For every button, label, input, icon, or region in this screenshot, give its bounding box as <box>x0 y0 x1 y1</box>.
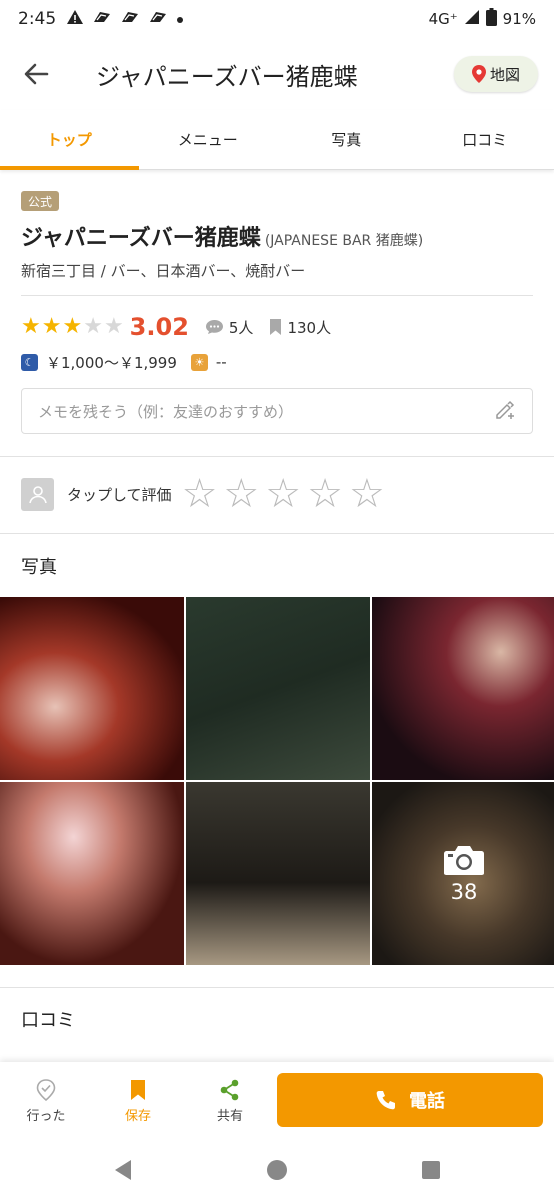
map-button[interactable]: 地図 <box>454 56 538 92</box>
photo-count: 38 <box>450 879 478 904</box>
tab-reviews[interactable]: 口コミ <box>416 110 554 169</box>
review-count-label: 5人 <box>228 318 254 337</box>
camera-icon <box>444 845 484 875</box>
photo-grid: 38 <box>0 597 554 966</box>
section-divider <box>0 987 554 988</box>
photo-more-overlay: 38 <box>372 782 554 965</box>
rate-row: タップして評価 ☆ ☆ ☆ ☆ ☆ <box>21 470 391 518</box>
moon-icon: ☾ <box>21 353 38 371</box>
section-divider <box>0 533 554 534</box>
rating-row[interactable]: ★ ★ ★ ★ ★ 3.02 5人 130人 <box>21 312 331 342</box>
system-nav-bar <box>0 1140 554 1200</box>
nav-home-button[interactable] <box>200 1159 354 1181</box>
photo-thumbnail[interactable] <box>186 782 370 965</box>
section-divider <box>0 456 554 457</box>
share-label: 共有 <box>216 1108 243 1124</box>
star-filled-icon: ★ <box>21 314 41 339</box>
photo-thumbnail[interactable] <box>186 597 370 780</box>
star-filled-icon: ★ <box>41 314 62 339</box>
back-button[interactable] <box>0 38 72 110</box>
photo-thumbnail[interactable] <box>372 597 554 780</box>
warning-icon <box>66 9 84 30</box>
tab-top[interactable]: トップ <box>0 110 139 170</box>
shop-name-text: ジャパニーズバー猪鹿蝶 <box>21 226 261 251</box>
rate-star-icon[interactable]: ☆ <box>182 474 218 514</box>
arrow-left-icon <box>24 63 49 85</box>
star-filled-icon: ★ <box>62 314 83 339</box>
shop-name: ジャパニーズバー猪鹿蝶 (JAPANESE BAR 猪鹿蝶) <box>21 220 423 252</box>
star-empty-icon: ★ <box>103 314 124 339</box>
map-label: 地図 <box>489 65 520 84</box>
rate-star-icon[interactable]: ☆ <box>265 474 301 514</box>
phone-icon <box>376 1091 395 1110</box>
rate-star-icon[interactable]: ☆ <box>349 474 385 514</box>
edit-pen-icon[interactable] <box>494 398 516 424</box>
page-title: ジャパニーズバー猪鹿蝶 <box>96 62 358 91</box>
user-avatar-icon <box>21 477 54 511</box>
battery-icon <box>485 8 497 30</box>
lunch-price: -- <box>215 353 227 371</box>
visited-label: 行った <box>26 1108 66 1124</box>
map-pin-icon <box>471 65 486 83</box>
shop-genre: 新宿三丁目 / バー、日本酒バー、焼酎バー <box>21 262 306 280</box>
nav-recents-button[interactable] <box>354 1160 508 1180</box>
price-row: ☾ ￥1,000～￥1,999 ☀ -- <box>21 350 227 374</box>
rate-star-icon[interactable]: ☆ <box>223 474 259 514</box>
call-label: 電話 <box>409 1091 445 1112</box>
bookmark-icon <box>270 319 282 335</box>
share-icon <box>220 1079 239 1100</box>
rating-score: 3.02 <box>129 313 189 341</box>
save-count-label: 130人 <box>287 318 332 337</box>
memo-field[interactable]: メモを残そう（例：友達のおすすめ） <box>21 388 533 434</box>
share-button[interactable]: 共有 <box>184 1079 276 1124</box>
square-recents-icon <box>422 1161 440 1179</box>
battery-label: 91% <box>502 10 536 28</box>
tab-photos[interactable]: 写真 <box>277 110 416 169</box>
nav-back-button[interactable] <box>46 1159 200 1181</box>
photo-thumbnail[interactable] <box>0 597 184 780</box>
rating-stars: ★ ★ ★ ★ ★ <box>21 316 124 338</box>
save-button[interactable]: 保存 <box>92 1079 184 1124</box>
tab-bar: トップ メニュー 写真 口コミ <box>0 110 554 170</box>
dinner-price: ￥1,000～￥1,999 <box>46 353 177 372</box>
circle-home-icon <box>267 1160 287 1180</box>
call-button[interactable]: 電話 <box>277 1073 543 1127</box>
photos-title: 写真 <box>21 557 57 578</box>
status-bar: 2:45 4G⁺ 91% <box>0 0 554 38</box>
status-right: 4G⁺ 91% <box>429 8 536 30</box>
photo-thumbnail[interactable] <box>0 782 184 965</box>
notification-icon <box>148 9 168 29</box>
shop-name-en: (JAPANESE BAR 猪鹿蝶) <box>264 233 424 249</box>
status-time: 2:45 <box>18 9 57 29</box>
memo-placeholder: メモを残そう（例：友達のおすすめ） <box>38 402 294 421</box>
photo-more[interactable]: 38 <box>372 782 554 965</box>
save-label: 保存 <box>124 1108 151 1124</box>
sun-icon: ☀ <box>190 353 208 371</box>
tab-menu[interactable]: メニュー <box>139 110 278 169</box>
save-count[interactable]: 130人 <box>269 317 331 338</box>
visited-button[interactable]: 行った <box>0 1078 92 1124</box>
rate-label: タップして評価 <box>67 485 172 504</box>
signal-icon <box>464 9 480 29</box>
triangle-back-icon <box>115 1160 131 1180</box>
notification-icon <box>92 9 112 29</box>
reviews-title: 口コミ <box>21 1010 75 1031</box>
rate-star-icon[interactable]: ☆ <box>307 474 343 514</box>
notification-icon <box>120 9 140 29</box>
divider <box>21 295 533 296</box>
network-label: 4G⁺ <box>428 10 458 28</box>
bottom-action-bar: 行った 保存 共有 電話 <box>0 1062 554 1140</box>
star-empty-icon: ★ <box>83 314 103 339</box>
dot-icon <box>176 9 184 29</box>
official-badge: 公式 <box>21 191 59 211</box>
review-count[interactable]: 5人 <box>205 317 254 338</box>
visited-check-icon <box>36 1078 56 1101</box>
app-bar: ジャパニーズバー猪鹿蝶 地図 <box>0 38 554 110</box>
comment-icon <box>205 320 223 334</box>
bookmark-icon <box>131 1079 145 1100</box>
